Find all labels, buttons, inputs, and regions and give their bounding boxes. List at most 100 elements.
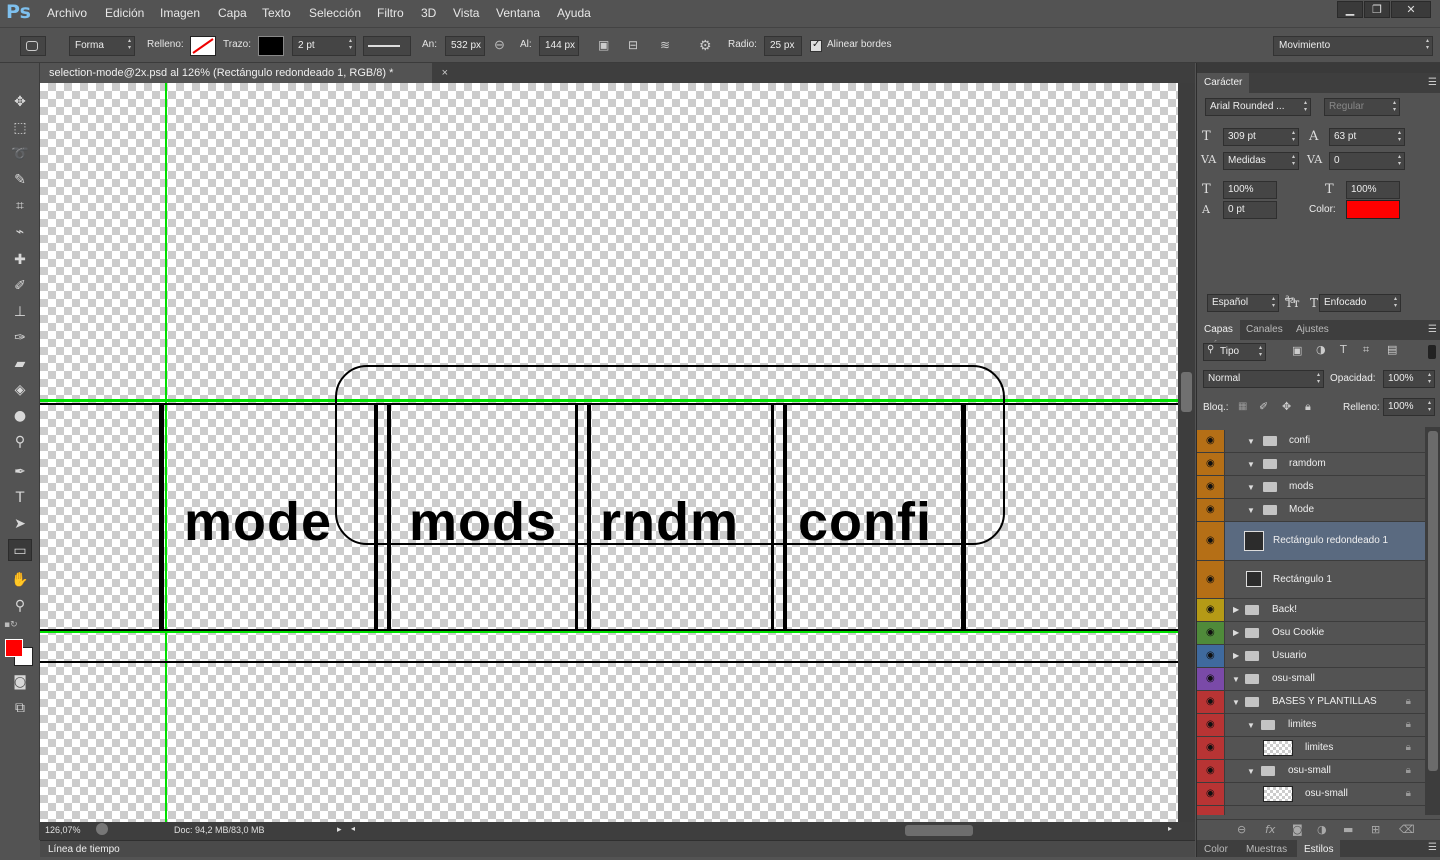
menu-imagen[interactable]: Imagen <box>160 6 200 20</box>
filter-adjustment-icon[interactable]: ◑ <box>1316 343 1326 356</box>
close-tab-icon[interactable]: × <box>442 63 448 83</box>
layer-row[interactable]: ◉ ▼ osu-small 🔒︎ <box>1197 760 1425 783</box>
panel-menu-icon[interactable]: ☰ <box>1428 77 1437 88</box>
scroll-thumb[interactable] <box>1428 431 1438 771</box>
filter-pixel-icon[interactable]: ▣ <box>1292 344 1302 357</box>
path-selection-icon[interactable]: ➤ <box>8 513 32 535</box>
layer-row[interactable]: ◉ limites 🔒︎ <box>1197 737 1425 760</box>
scroll-thumb[interactable] <box>1181 372 1192 412</box>
canvas[interactable]: mode mods rndm confi <box>40 83 1178 822</box>
layer-row[interactable]: ◉ ▼ Mode <box>1197 499 1425 522</box>
rounded-rectangle-shape[interactable] <box>335 365 1005 545</box>
filter-type-icon[interactable]: T <box>1340 343 1347 356</box>
tab-estilos[interactable]: Estilos <box>1297 840 1341 860</box>
layer-visibility[interactable]: ◉ <box>1197 430 1225 452</box>
workspace-select[interactable]: Movimiento <box>1273 36 1433 56</box>
layer-visibility[interactable]: ◉ <box>1197 760 1225 782</box>
layer-visibility[interactable]: ◉ <box>1197 499 1225 521</box>
leading-field[interactable]: 63 pt <box>1329 128 1405 146</box>
horizontal-scroll-thumb[interactable] <box>905 825 973 836</box>
chevron-down-icon[interactable]: ▼ <box>1247 483 1255 492</box>
antialias-select[interactable]: Enfocado <box>1319 294 1401 312</box>
layer-visibility[interactable]: ◉ <box>1197 714 1225 736</box>
panel-menu-icon[interactable]: ☰ <box>1428 842 1437 853</box>
layer-row[interactable]: ◉ ▶ Osu Cookie <box>1197 622 1425 645</box>
layer-row-selected[interactable]: ◉ Rectángulo redondeado 1 <box>1197 522 1425 561</box>
scroll-right-icon[interactable]: ▸ <box>1168 824 1172 833</box>
blur-tool-icon[interactable]: ● <box>8 405 32 427</box>
quick-selection-icon[interactable]: ✎ <box>8 169 32 191</box>
lock-all-icon[interactable]: 🔒︎ <box>1305 400 1311 414</box>
vertical-scale-field[interactable]: 100% <box>1223 181 1277 199</box>
adjustment-layer-icon[interactable]: ◑ <box>1317 823 1327 836</box>
layer-row[interactable]: ◉ ▼ limites 🔒︎ <box>1197 714 1425 737</box>
lock-image-icon[interactable]: ✐ <box>1259 400 1268 413</box>
timeline-panel[interactable]: Línea de tiempo <box>40 840 1195 857</box>
layer-visibility[interactable]: ◉ <box>1197 522 1225 560</box>
layer-row[interactable]: ◉ ▼ mods <box>1197 476 1425 499</box>
layer-mask-icon[interactable]: ◙ <box>1292 823 1303 836</box>
layer-visibility[interactable]: ◉ <box>1197 691 1225 713</box>
radius-field[interactable]: 25 px <box>764 36 802 56</box>
layer-visibility[interactable]: ◉ <box>1197 737 1225 759</box>
filter-shape-icon[interactable]: ⌗ <box>1363 343 1369 357</box>
opacity-field[interactable]: 100% <box>1383 370 1435 388</box>
font-style-select[interactable]: Regular <box>1324 98 1400 116</box>
filter-smart-object-icon[interactable]: ▤ <box>1387 343 1397 356</box>
horizontal-scale-field[interactable]: 100% <box>1346 181 1400 199</box>
chevron-down-icon[interactable]: ▼ <box>1247 767 1255 776</box>
blend-mode-select[interactable]: Normal <box>1203 370 1324 388</box>
layer-row[interactable]: ◉ Rectángulo 1 <box>1197 561 1425 599</box>
menu-archivo[interactable]: Archivo <box>47 6 87 20</box>
text-color-swatch[interactable] <box>1346 200 1400 219</box>
chevron-right-icon[interactable]: ▶ <box>1233 605 1239 614</box>
menu-seleccion[interactable]: Selección <box>309 6 361 20</box>
align-edges-checkbox[interactable]: ✓ <box>810 39 822 52</box>
layer-row[interactable]: ◉ ▼ BASES Y PLANTILLAS 🔒︎ <box>1197 691 1425 714</box>
baseline-shift-field[interactable]: 0 pt <box>1223 201 1277 219</box>
layer-visibility[interactable]: ◉ <box>1197 668 1225 690</box>
menu-filtro[interactable]: Filtro <box>377 6 404 20</box>
layer-visibility[interactable] <box>1197 806 1225 815</box>
menu-3d[interactable]: 3D <box>421 6 436 20</box>
width-field[interactable]: 532 px <box>445 36 485 56</box>
play-arrow-icon[interactable]: ▸ <box>337 824 342 835</box>
link-layers-icon[interactable]: ⊖ <box>1237 823 1246 836</box>
layer-visibility[interactable]: ◉ <box>1197 476 1225 498</box>
screen-mode-icon[interactable]: ⧉ <box>8 697 32 719</box>
history-brush-icon[interactable]: ✑ <box>8 327 32 349</box>
move-tool-icon[interactable]: ✥ <box>8 91 32 113</box>
layer-visibility[interactable]: ◉ <box>1197 645 1225 667</box>
panel-menu-icon[interactable]: ☰ <box>1428 324 1437 335</box>
pen-tool-icon[interactable]: ✒ <box>8 461 32 483</box>
scroll-left-icon[interactable]: ◂ <box>351 824 355 833</box>
layer-visibility[interactable]: ◉ <box>1197 453 1225 475</box>
new-layer-icon[interactable]: ⊞ <box>1371 823 1380 836</box>
stroke-width-field[interactable]: 2 pt <box>292 36 356 56</box>
fx-icon[interactable]: fx <box>1265 823 1275 836</box>
eraser-tool-icon[interactable]: ▰ <box>8 353 32 375</box>
layer-visibility[interactable]: ◉ <box>1197 561 1225 598</box>
lock-transparent-icon[interactable]: ▦ <box>1238 401 1247 412</box>
layer-row[interactable]: ◉ ▶ Usuario <box>1197 645 1425 668</box>
menu-capa[interactable]: Capa <box>218 6 247 20</box>
font-size-field[interactable]: 309 pt <box>1223 128 1299 146</box>
new-group-icon[interactable]: ▬ <box>1343 823 1353 836</box>
menu-vista[interactable]: Vista <box>453 6 479 20</box>
chevron-down-icon[interactable]: ▼ <box>1247 721 1255 730</box>
layer-row[interactable]: ◉ ▼ confi <box>1197 430 1425 453</box>
minimize-button[interactable]: ▁ <box>1337 1 1363 18</box>
mode-select[interactable]: Forma <box>69 36 135 56</box>
rounded-rectangle-tool-icon[interactable]: ▭ <box>8 539 32 561</box>
menu-edicion[interactable]: Edición <box>105 6 144 20</box>
brush-tool-icon[interactable]: ✐ <box>8 275 32 297</box>
document-size[interactable]: Doc: 94,2 MB/83,0 MB <box>174 825 265 835</box>
layer-row[interactable]: ◉ ▼ ramdom <box>1197 453 1425 476</box>
menu-texto[interactable]: Texto <box>262 6 291 20</box>
menu-ayuda[interactable]: Ayuda <box>557 6 591 20</box>
layer-row[interactable]: ◉ ▼ osu-small <box>1197 668 1425 691</box>
lock-position-icon[interactable]: ✥ <box>1282 400 1291 413</box>
layer-visibility[interactable]: ◉ <box>1197 783 1225 805</box>
tracking-select[interactable]: 0 <box>1329 152 1405 170</box>
chevron-down-icon[interactable]: ▼ <box>1247 460 1255 469</box>
